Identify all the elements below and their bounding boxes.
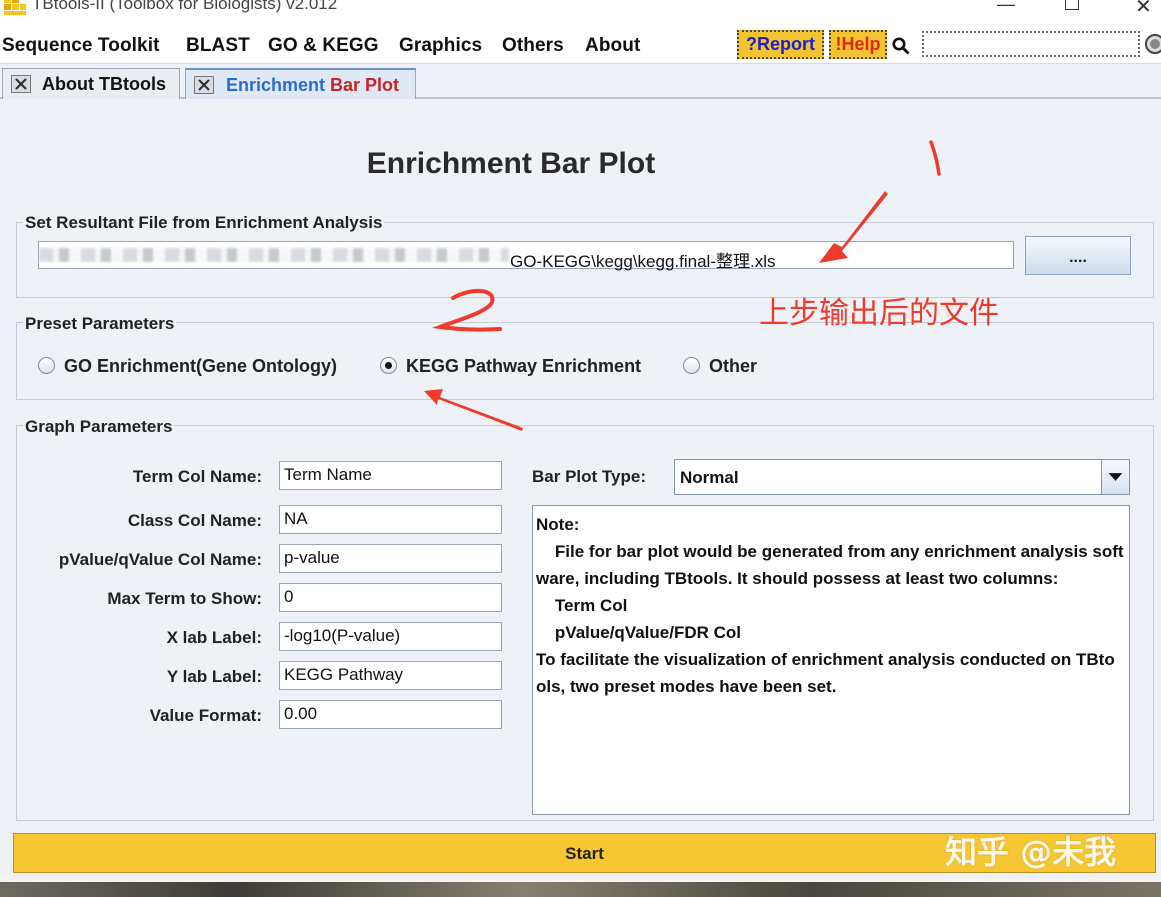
term-col-label: Term Col Name: bbox=[132, 467, 262, 486]
pvalue-col-input[interactable]: p-value bbox=[279, 544, 502, 573]
class-col-label: Class Col Name: bbox=[127, 511, 262, 530]
radio-button[interactable] bbox=[38, 357, 55, 374]
tab-label: Enrichment Bar Plot bbox=[226, 75, 399, 96]
graph-group-title: Graph Parameters bbox=[23, 417, 175, 437]
window-title: TBtools-II (Toolbox for Biologists) v2.0… bbox=[32, 0, 338, 13]
tab-label: About TBtools bbox=[42, 74, 166, 94]
radio-label: Other bbox=[709, 356, 758, 376]
maximize-button[interactable] bbox=[1065, 0, 1079, 10]
file-path-input[interactable]: GO-KEGG\kegg\kegg.final-整理.xls bbox=[38, 241, 1014, 271]
term-col-input[interactable]: Term Name bbox=[279, 461, 502, 490]
note-textarea[interactable]: Note: File for bar plot would be generat… bbox=[532, 505, 1130, 815]
chevron-down-icon bbox=[1108, 473, 1123, 481]
bar-type-select[interactable]: Normal bbox=[674, 459, 1130, 495]
menu-sequence-toolkit[interactable]: Sequence Toolkit bbox=[2, 35, 160, 57]
file-path-text: GO-KEGG\kegg\kegg.final-整理.xls bbox=[510, 252, 776, 271]
annotation-caption: 上步输出后的文件 bbox=[759, 296, 999, 331]
menu-about[interactable]: About bbox=[585, 35, 640, 57]
app-logo-icon bbox=[4, 0, 26, 15]
spinner-icon bbox=[1145, 34, 1161, 54]
page-title: Enrichment Bar Plot bbox=[366, 147, 656, 180]
desktop-background-strip bbox=[0, 882, 1161, 897]
radio-label: GO Enrichment(Gene Ontology) bbox=[64, 356, 338, 376]
value-format-label: Value Format: bbox=[149, 706, 262, 725]
menu-graphics[interactable]: Graphics bbox=[399, 35, 482, 57]
minimize-button[interactable]: — bbox=[997, 0, 1015, 15]
class-col-input[interactable]: NA bbox=[279, 505, 502, 534]
menu-blast[interactable]: BLAST bbox=[186, 35, 250, 57]
bar-type-label: Bar Plot Type: bbox=[532, 467, 646, 486]
menu-others[interactable]: Others bbox=[502, 35, 564, 57]
radio-button[interactable] bbox=[683, 357, 700, 374]
watermark: 知乎 @未我 bbox=[945, 833, 1117, 871]
close-tab-icon[interactable] bbox=[194, 76, 214, 94]
close-button[interactable]: ✕ bbox=[1135, 0, 1152, 19]
help-button[interactable]: !Help bbox=[829, 30, 887, 59]
pvalue-col-label: pValue/qValue Col Name: bbox=[58, 550, 262, 569]
tab-about-tbtools[interactable]: About TBtools bbox=[2, 68, 180, 99]
tab-label-part1: Enrichment bbox=[226, 75, 326, 95]
max-term-label: Max Term to Show: bbox=[107, 589, 262, 608]
menu-go-kegg[interactable]: GO & KEGG bbox=[268, 35, 379, 57]
radio-button-selected[interactable] bbox=[380, 357, 397, 374]
browse-button[interactable]: .... bbox=[1025, 236, 1131, 275]
close-tab-icon[interactable] bbox=[11, 75, 31, 93]
max-term-input[interactable]: 0 bbox=[279, 583, 502, 612]
radio-dot bbox=[385, 362, 392, 369]
value-format-input[interactable]: 0.00 bbox=[279, 700, 502, 729]
tab-label-part2: Bar Plot bbox=[325, 75, 400, 95]
xlab-input[interactable]: -log10(P-value) bbox=[279, 622, 502, 651]
search-icon[interactable] bbox=[892, 37, 910, 55]
search-input[interactable] bbox=[922, 31, 1140, 57]
blurred-path-segment bbox=[39, 248, 509, 262]
dropdown-arrow-button[interactable] bbox=[1101, 460, 1129, 494]
file-group-title: Set Resultant File from Enrichment Analy… bbox=[23, 213, 385, 233]
report-button[interactable]: ?Report bbox=[737, 30, 824, 59]
preset-group-title: Preset Parameters bbox=[23, 314, 177, 334]
xlab-label: X lab Label: bbox=[166, 628, 262, 647]
radio-label: KEGG Pathway Enrichment bbox=[406, 356, 642, 376]
ylab-input[interactable]: KEGG Pathway bbox=[279, 661, 502, 690]
ylab-label: Y lab Label: bbox=[166, 667, 262, 686]
tab-enrichment-bar-plot[interactable]: Enrichment Bar Plot bbox=[185, 68, 416, 99]
bar-type-value: Normal bbox=[680, 468, 739, 487]
